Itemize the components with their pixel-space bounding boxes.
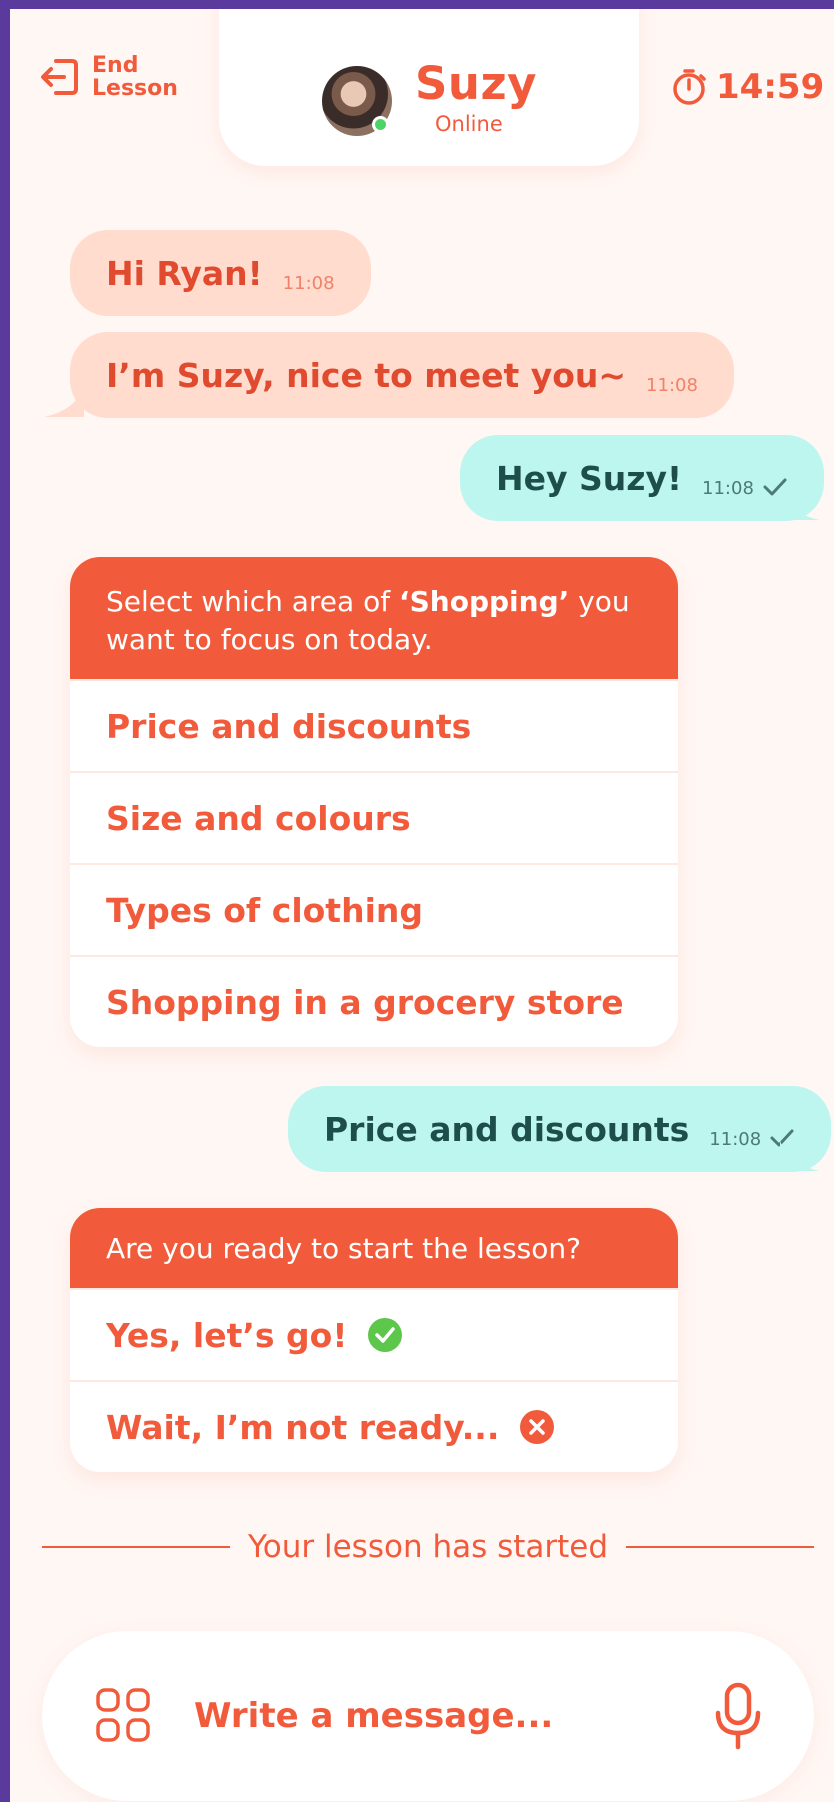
ready-option-label: Yes, let’s go! <box>106 1315 348 1355</box>
message-bubble-outgoing: Hey Suzy! 11:08 <box>460 435 824 521</box>
message-text: Hey Suzy! <box>496 458 683 498</box>
tutor-status: Online <box>435 112 503 136</box>
ready-yes-option[interactable]: Yes, let’s go! <box>70 1288 678 1380</box>
ready-option-label: Wait, I’m not ready... <box>106 1407 500 1447</box>
tutor-profile-card[interactable]: Suzy Online <box>219 9 639 166</box>
message-time: 11:08 <box>646 374 698 396</box>
apps-grid-icon[interactable] <box>94 1686 154 1746</box>
topic-option[interactable]: Size and colours <box>70 771 678 863</box>
topic-prompt-text: Select which area of <box>106 585 399 618</box>
bubble-tail <box>780 490 820 520</box>
topic-name: ‘Shopping’ <box>398 585 570 618</box>
topic-option[interactable]: Price and discounts <box>70 679 678 771</box>
message-time: 11:08 <box>709 1128 762 1150</box>
topic-option-label: Shopping in a grocery store <box>106 982 624 1022</box>
topic-option-label: Price and discounts <box>106 706 472 746</box>
topic-option-label: Size and colours <box>106 798 411 838</box>
stopwatch-icon <box>673 69 706 105</box>
ready-no-option[interactable]: Wait, I’m not ready... <box>70 1380 678 1472</box>
timer-value: 14:59 <box>716 67 825 107</box>
tutor-name: Suzy <box>415 57 537 110</box>
message-time: 11:08 <box>702 477 754 499</box>
bubble-tail <box>44 387 84 417</box>
message-time: 11:08 <box>282 272 335 294</box>
lesson-timer: 14:59 <box>670 67 824 107</box>
x-circle-icon <box>520 1410 555 1444</box>
divider-line <box>626 1546 814 1548</box>
lesson-started-divider: Your lesson has started <box>42 1529 814 1565</box>
chat-screen: End Lesson Suzy Online 14:59 Hi Ryan! 11… <box>10 9 834 1802</box>
exit-icon <box>41 59 78 95</box>
end-lesson-label: End Lesson <box>92 53 178 101</box>
topic-option[interactable]: Shopping in a grocery store <box>70 955 678 1047</box>
message-bubble-incoming: I’m Suzy, nice to meet you~ 11:08 <box>70 332 734 418</box>
message-text: Hi Ryan! <box>106 253 263 293</box>
microphone-icon[interactable] <box>710 1681 766 1751</box>
topic-option[interactable]: Types of clothing <box>70 863 678 955</box>
divider-text: Your lesson has started <box>247 1529 609 1565</box>
ready-prompt: Are you ready to start the lesson? <box>70 1208 678 1288</box>
message-input[interactable] <box>194 1696 674 1736</box>
message-composer <box>42 1631 814 1801</box>
message-text: I’m Suzy, nice to meet you~ <box>106 355 627 395</box>
bubble-tail <box>780 1141 820 1171</box>
message-bubble-incoming: Hi Ryan! 11:08 <box>70 230 371 316</box>
check-circle-icon <box>368 1318 403 1352</box>
message-text: Price and discounts <box>324 1109 690 1149</box>
ready-confirmation-card: Are you ready to start the lesson? Yes, … <box>70 1208 678 1472</box>
divider-line <box>42 1546 230 1548</box>
topic-selection-card: Select which area of ‘Shopping’ you want… <box>70 557 678 1047</box>
message-bubble-outgoing: Price and discounts 11:08 <box>288 1086 832 1172</box>
topic-prompt: Select which area of ‘Shopping’ you want… <box>70 557 678 679</box>
topic-option-label: Types of clothing <box>106 890 423 930</box>
end-lesson-button[interactable]: End Lesson <box>38 54 178 100</box>
online-status-dot <box>372 116 389 133</box>
